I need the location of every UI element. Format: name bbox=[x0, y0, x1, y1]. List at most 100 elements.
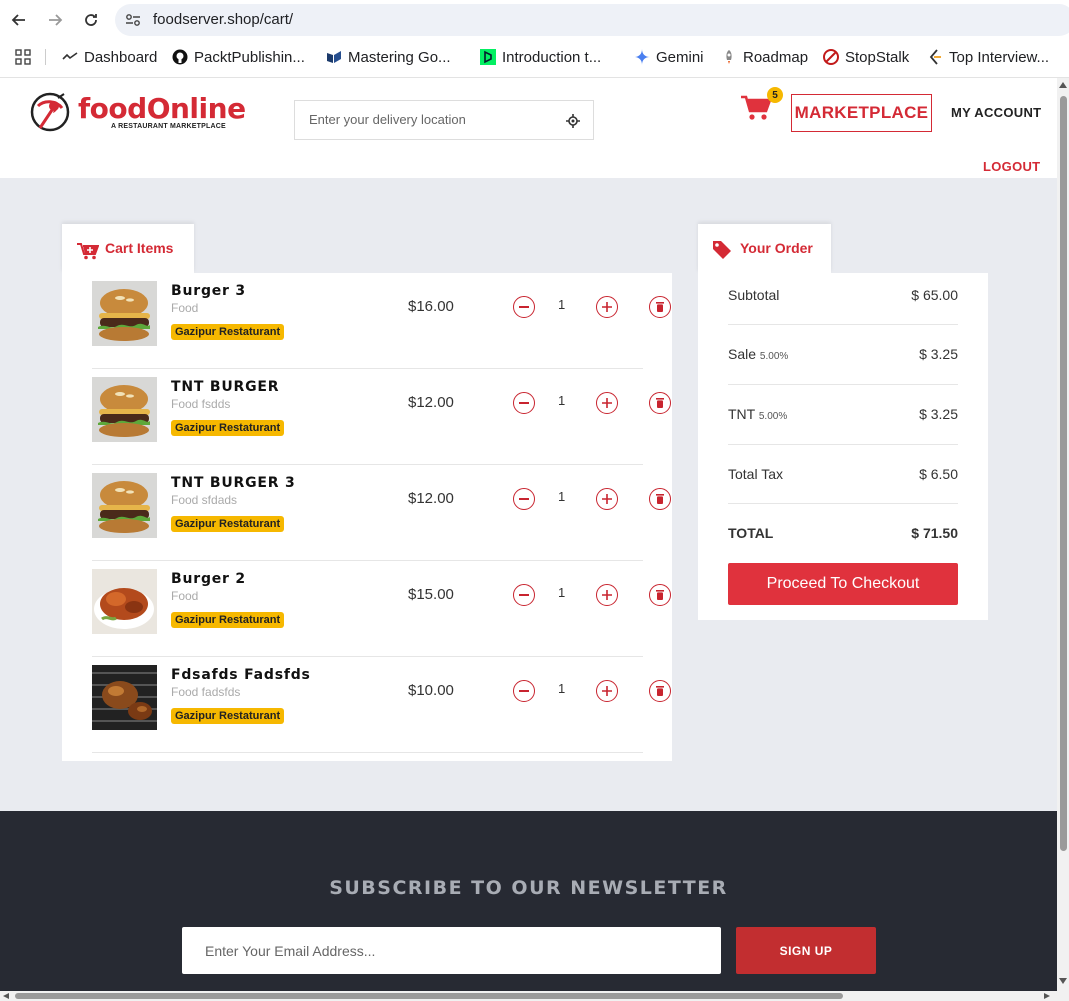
increase-quantity-button[interactable] bbox=[596, 296, 618, 318]
newsletter-footer: SUBSCRIBE TO OUR NEWSLETTER SIGN UP bbox=[0, 811, 1057, 991]
plus-icon bbox=[602, 302, 612, 312]
decrease-quantity-button[interactable] bbox=[513, 584, 535, 606]
item-name[interactable]: TNT BURGER 3 bbox=[171, 475, 296, 491]
back-button[interactable] bbox=[8, 9, 30, 31]
scroll-down-arrow-icon[interactable] bbox=[1059, 978, 1067, 984]
item-description: Food bbox=[171, 589, 199, 603]
apps-grid-icon bbox=[15, 49, 31, 65]
locate-crosshair-icon[interactable] bbox=[566, 114, 580, 128]
remove-item-button[interactable] bbox=[649, 392, 671, 414]
gemini-icon bbox=[634, 49, 650, 65]
bookmark-introduction[interactable]: Introduction t... bbox=[480, 44, 601, 70]
bookmark-label: Gemini bbox=[656, 48, 704, 66]
restaurant-badge: Gazipur Restaturant bbox=[171, 516, 285, 532]
item-name[interactable]: TNT BURGER bbox=[171, 379, 279, 395]
decrease-quantity-button[interactable] bbox=[513, 680, 535, 702]
vertical-scroll-thumb[interactable] bbox=[1060, 96, 1067, 851]
site-info-icon[interactable] bbox=[125, 13, 141, 27]
item-name[interactable]: Burger 3 bbox=[171, 283, 246, 299]
your-order-title: Your Order bbox=[740, 240, 813, 256]
cart-item-row: Burger 3 Food Gazipur Restaturant $16.00 1 bbox=[92, 273, 671, 369]
item-price: $12.00 bbox=[408, 394, 454, 411]
leetcode-icon bbox=[927, 49, 943, 65]
restaurant-badge: Gazipur Restaturant bbox=[171, 324, 285, 340]
increase-quantity-button[interactable] bbox=[596, 488, 618, 510]
remove-item-button[interactable] bbox=[649, 680, 671, 702]
marketplace-button[interactable]: MARKETPLACE bbox=[791, 94, 932, 132]
increase-quantity-button[interactable] bbox=[596, 392, 618, 414]
total-value: $ 71.50 bbox=[911, 525, 958, 541]
apps-button[interactable] bbox=[15, 44, 31, 70]
bookmark-gemini[interactable]: Gemini bbox=[634, 44, 704, 70]
bookmark-roadmap[interactable]: Roadmap bbox=[721, 44, 808, 70]
cart-item-row: TNT BURGER Food fsdds Gazipur Restaturant $… bbox=[92, 369, 671, 465]
browser-chrome: foodserver.shop/cart/ Dashboard PacktPub… bbox=[0, 0, 1069, 78]
cart-item-row: Burger 2 Food Gazipur Restaturant $15.00 1 bbox=[92, 561, 671, 657]
address-bar[interactable]: foodserver.shop/cart/ bbox=[115, 4, 1069, 36]
quantity-value: 1 bbox=[558, 297, 566, 312]
tax-name: TNT bbox=[728, 406, 755, 422]
item-price: $10.00 bbox=[408, 682, 454, 699]
location-search bbox=[294, 100, 594, 140]
bookmark-top-interview[interactable]: Top Interview... bbox=[927, 44, 1049, 70]
bookmark-mastering-go[interactable]: Mastering Go... bbox=[326, 44, 451, 70]
horizontal-scroll-thumb[interactable] bbox=[15, 993, 843, 999]
bookmark-label: Introduction t... bbox=[502, 48, 602, 66]
logo-tagline: A RESTAURANT MARKETPLACE bbox=[111, 123, 226, 130]
my-account-link[interactable]: MY ACCOUNT bbox=[951, 105, 1041, 120]
reload-button[interactable] bbox=[80, 9, 102, 31]
bookmark-label: Top Interview... bbox=[949, 48, 1050, 66]
increase-quantity-button[interactable] bbox=[596, 680, 618, 702]
rocket-icon bbox=[721, 49, 737, 65]
minus-icon bbox=[519, 402, 529, 404]
tax-rate: 5.00% bbox=[758, 411, 788, 422]
vertical-scrollbar[interactable] bbox=[1057, 78, 1069, 991]
url-text: foodserver.shop/cart/ bbox=[153, 11, 294, 28]
item-name[interactable]: Fdsafds Fadsfds bbox=[171, 667, 311, 683]
cart-page-main: Cart Items Burger 3 Food Gazipur Restatura… bbox=[0, 178, 1057, 811]
sign-up-button[interactable]: SIGN UP bbox=[736, 927, 876, 974]
quantity-value: 1 bbox=[558, 681, 566, 696]
arrow-right-icon bbox=[49, 14, 63, 26]
tax-value: $ 3.25 bbox=[919, 406, 958, 422]
stopstalk-icon bbox=[823, 49, 839, 65]
decrease-quantity-button[interactable] bbox=[513, 296, 535, 318]
scroll-left-arrow-icon[interactable] bbox=[3, 993, 9, 999]
forward-button[interactable] bbox=[44, 9, 66, 31]
order-summary-panel: Subtotal $ 65.00 Sale 5.00% $ 3.25 TNT 5… bbox=[698, 273, 988, 620]
tax-row: Sale 5.00% $ 3.25 bbox=[728, 325, 958, 385]
logo-mark-icon bbox=[30, 92, 70, 132]
decrease-quantity-button[interactable] bbox=[513, 392, 535, 414]
scroll-up-arrow-icon[interactable] bbox=[1059, 82, 1067, 88]
bookmark-stopstalk[interactable]: StopStalk bbox=[823, 44, 909, 70]
cart-items-tab: Cart Items bbox=[62, 224, 194, 273]
logout-link[interactable]: LOGOUT bbox=[983, 159, 1040, 174]
total-row: TOTAL $ 71.50 bbox=[728, 504, 958, 554]
bookmark-dashboard[interactable]: Dashboard bbox=[62, 44, 157, 70]
remove-item-button[interactable] bbox=[649, 584, 671, 606]
trash-icon bbox=[656, 590, 664, 600]
trash-icon bbox=[656, 398, 664, 408]
scroll-right-arrow-icon[interactable] bbox=[1044, 993, 1050, 999]
location-input[interactable] bbox=[309, 112, 549, 127]
restaurant-badge: Gazipur Restaturant bbox=[171, 420, 285, 436]
item-name[interactable]: Burger 2 bbox=[171, 571, 246, 587]
newsletter-email-input[interactable] bbox=[182, 927, 721, 974]
item-description: Food fadsfds bbox=[171, 685, 241, 699]
restaurant-badge: Gazipur Restaturant bbox=[171, 612, 285, 628]
increase-quantity-button[interactable] bbox=[596, 584, 618, 606]
quantity-value: 1 bbox=[558, 393, 566, 408]
decrease-quantity-button[interactable] bbox=[513, 488, 535, 510]
horizontal-scrollbar[interactable] bbox=[0, 991, 1069, 1001]
total-tax-value: $ 6.50 bbox=[919, 466, 958, 482]
item-price: $16.00 bbox=[408, 298, 454, 315]
remove-item-button[interactable] bbox=[649, 296, 671, 318]
bookmark-packt[interactable]: PacktPublishin... bbox=[172, 44, 305, 70]
trash-icon bbox=[656, 494, 664, 504]
proceed-to-checkout-button[interactable]: Proceed To Checkout bbox=[728, 563, 958, 605]
total-label: TOTAL bbox=[728, 525, 774, 541]
remove-item-button[interactable] bbox=[649, 488, 671, 510]
total-tax-row: Total Tax $ 6.50 bbox=[728, 445, 958, 504]
quantity-value: 1 bbox=[558, 585, 566, 600]
newsletter-title: SUBSCRIBE TO OUR NEWSLETTER bbox=[329, 877, 728, 899]
